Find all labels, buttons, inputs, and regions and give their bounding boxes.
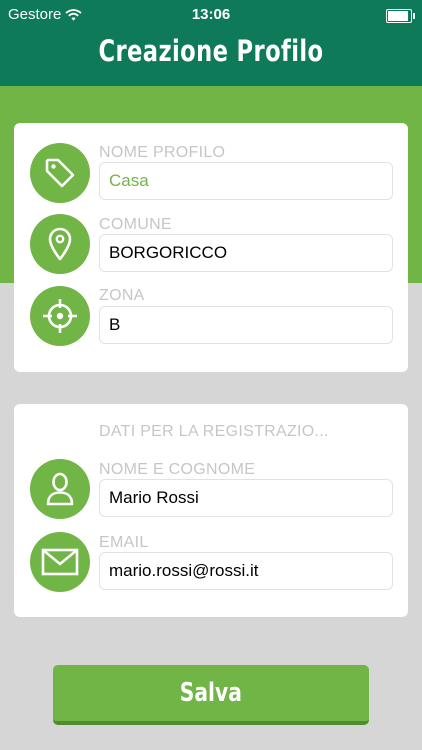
zona-label: ZONA — [99, 287, 145, 304]
email-input[interactable]: mario.rossi@rossi.it — [99, 552, 393, 590]
save-button[interactable]: Salva — [53, 665, 369, 725]
crosshair-icon-circle — [30, 286, 90, 346]
user-icon — [46, 472, 74, 506]
profile-name-label: NOME PROFILO — [99, 144, 226, 161]
tag-icon-circle — [30, 143, 90, 203]
comune-label: COMUNE — [99, 216, 172, 233]
location-pin-icon — [48, 227, 72, 261]
location-pin-icon-circle — [30, 214, 90, 274]
battery-icon — [386, 9, 415, 23]
status-time: 13:06 — [191, 6, 231, 23]
user-icon-circle — [30, 459, 90, 519]
page-title: Creazione Profilo — [98, 34, 324, 68]
envelope-icon-circle — [30, 532, 90, 592]
registration-section-title: DATI PER LA REGISTRAZIO... — [99, 423, 329, 440]
status-bar: Gestore 13:06 — [0, 0, 422, 30]
app-header: Gestore 13:06 Creazione Profilo — [0, 0, 422, 86]
tag-icon — [45, 158, 75, 188]
fullname-input[interactable]: Mario Rossi — [99, 479, 393, 517]
profile-name-input[interactable]: Casa — [99, 162, 393, 200]
profile-card: NOME PROFILO Casa COMUNE BORGORICCO ZONA… — [14, 123, 408, 372]
fullname-label: NOME E COGNOME — [99, 461, 256, 478]
registration-card: DATI PER LA REGISTRAZIO... NOME E COGNOM… — [14, 404, 408, 617]
save-button-label: Salva — [179, 678, 243, 708]
comune-input[interactable]: BORGORICCO — [99, 234, 393, 272]
envelope-icon — [41, 548, 79, 576]
crosshair-icon — [43, 299, 77, 333]
email-label: EMAIL — [99, 534, 149, 551]
zona-input[interactable]: B — [99, 306, 393, 344]
